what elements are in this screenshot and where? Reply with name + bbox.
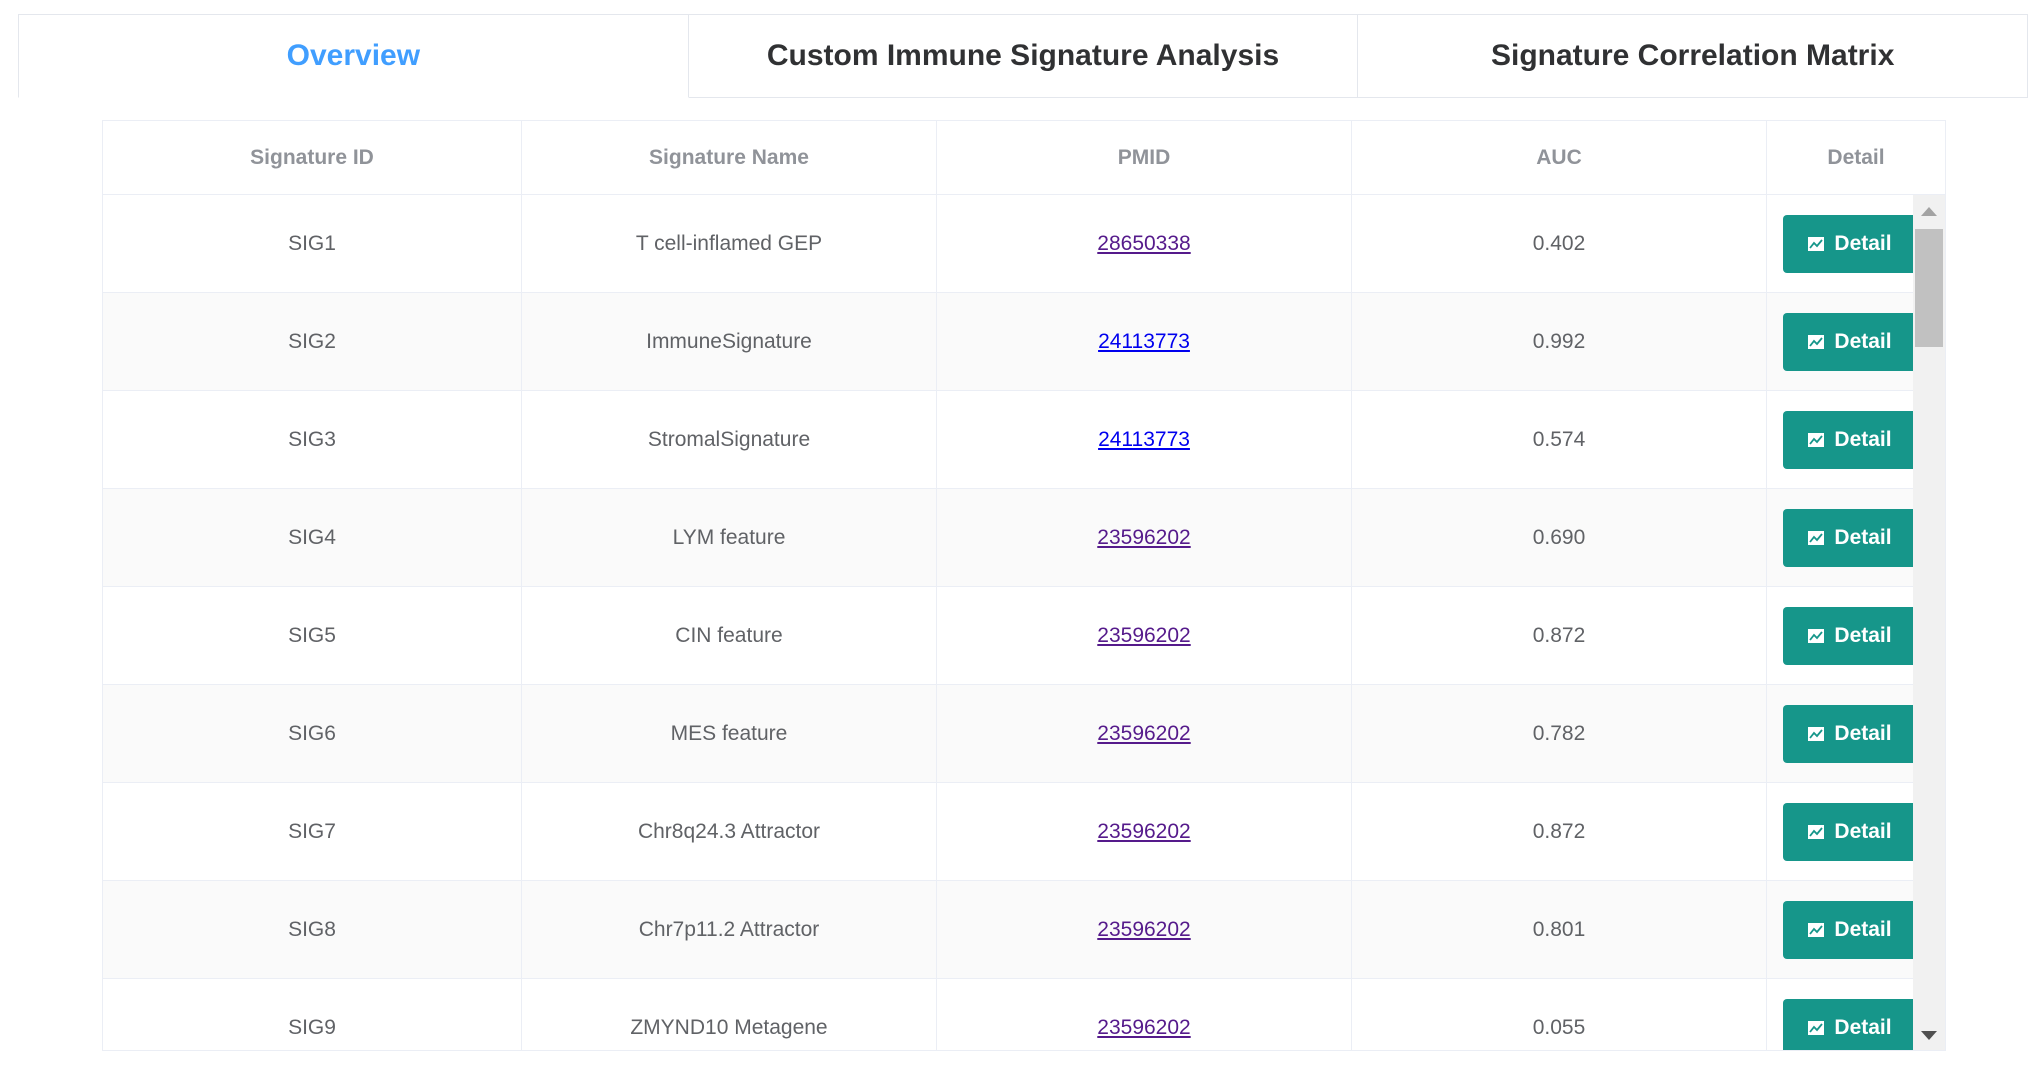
detail-button[interactable]: Detail <box>1783 802 1917 861</box>
detail-button[interactable]: Detail <box>1783 606 1917 665</box>
detail-button-label: Detail <box>1834 917 1892 941</box>
cell-signature-name: Chr7p11.2 Attractor <box>522 881 937 978</box>
pmid-link[interactable]: 28650338 <box>1097 232 1190 256</box>
detail-button-label: Detail <box>1834 427 1892 451</box>
detail-button[interactable]: Detail <box>1783 998 1917 1050</box>
header-auc[interactable]: AUC <box>1352 121 1767 194</box>
cell-auc: 0.872 <box>1352 783 1767 880</box>
cell-pmid: 23596202 <box>937 489 1352 586</box>
detail-button[interactable]: Detail <box>1783 508 1917 567</box>
table-row: SIG3 StromalSignature 24113773 0.574 Det… <box>103 391 1945 489</box>
pmid-link[interactable]: 24113773 <box>1098 330 1190 354</box>
line-chart-icon <box>1808 1020 1825 1035</box>
table-row: SIG6 MES feature 23596202 0.782 Detail <box>103 685 1945 783</box>
cell-auc: 0.872 <box>1352 587 1767 684</box>
cell-signature-name: ImmuneSignature <box>522 293 937 390</box>
detail-button[interactable]: Detail <box>1783 704 1917 763</box>
cell-signature-id: SIG1 <box>103 195 522 292</box>
cell-auc: 0.055 <box>1352 979 1767 1050</box>
header-pmid[interactable]: PMID <box>937 121 1352 194</box>
cell-signature-id: SIG2 <box>103 293 522 390</box>
cell-signature-name: CIN feature <box>522 587 937 684</box>
line-chart-icon <box>1808 922 1825 937</box>
cell-signature-id: SIG7 <box>103 783 522 880</box>
cell-signature-name: LYM feature <box>522 489 937 586</box>
detail-button-label: Detail <box>1834 623 1892 647</box>
detail-button-label: Detail <box>1834 231 1892 255</box>
scrollbar-thumb[interactable] <box>1915 229 1943 347</box>
detail-button-label: Detail <box>1834 1015 1892 1039</box>
cell-pmid: 23596202 <box>937 979 1352 1050</box>
detail-button-label: Detail <box>1834 525 1892 549</box>
cell-auc: 0.801 <box>1352 881 1767 978</box>
detail-button-label: Detail <box>1834 329 1892 353</box>
cell-pmid: 23596202 <box>937 881 1352 978</box>
caret-down-icon[interactable] <box>1921 1031 1937 1040</box>
pmid-link[interactable]: 23596202 <box>1097 624 1190 648</box>
cell-signature-name: ZMYND10 Metagene <box>522 979 937 1050</box>
cell-auc: 0.402 <box>1352 195 1767 292</box>
line-chart-icon <box>1808 432 1825 447</box>
detail-button[interactable]: Detail <box>1783 900 1917 959</box>
table-header: Signature ID Signature Name PMID AUC Det… <box>103 121 1945 195</box>
table-row: SIG5 CIN feature 23596202 0.872 Detail <box>103 587 1945 685</box>
line-chart-icon <box>1808 824 1825 839</box>
table-row: SIG9 ZMYND10 Metagene 23596202 0.055 Det… <box>103 979 1945 1050</box>
header-signature-name[interactable]: Signature Name <box>522 121 937 194</box>
line-chart-icon <box>1808 726 1825 741</box>
header-signature-id[interactable]: Signature ID <box>103 121 522 194</box>
cell-signature-id: SIG8 <box>103 881 522 978</box>
table-row: SIG8 Chr7p11.2 Attractor 23596202 0.801 … <box>103 881 1945 979</box>
table-row: SIG4 LYM feature 23596202 0.690 Detail <box>103 489 1945 587</box>
vertical-scrollbar[interactable] <box>1913 195 1945 1050</box>
cell-auc: 0.782 <box>1352 685 1767 782</box>
table-row: SIG2 ImmuneSignature 24113773 0.992 Deta… <box>103 293 1945 391</box>
cell-pmid: 28650338 <box>937 195 1352 292</box>
detail-button[interactable]: Detail <box>1783 214 1917 273</box>
cell-signature-id: SIG4 <box>103 489 522 586</box>
cell-signature-id: SIG5 <box>103 587 522 684</box>
pmid-link[interactable]: 23596202 <box>1097 1016 1190 1040</box>
cell-signature-id: SIG6 <box>103 685 522 782</box>
cell-auc: 0.690 <box>1352 489 1767 586</box>
pmid-link[interactable]: 23596202 <box>1097 526 1190 550</box>
line-chart-icon <box>1808 236 1825 251</box>
detail-button[interactable]: Detail <box>1783 410 1917 469</box>
pmid-link[interactable]: 23596202 <box>1097 820 1190 844</box>
cell-pmid: 23596202 <box>937 783 1352 880</box>
detail-button-label: Detail <box>1834 721 1892 745</box>
cell-auc: 0.992 <box>1352 293 1767 390</box>
cell-pmid: 23596202 <box>937 685 1352 782</box>
pmid-link[interactable]: 24113773 <box>1098 428 1190 452</box>
pmid-link[interactable]: 23596202 <box>1097 918 1190 942</box>
detail-button[interactable]: Detail <box>1783 312 1917 371</box>
cell-pmid: 24113773 <box>937 293 1352 390</box>
cell-auc: 0.574 <box>1352 391 1767 488</box>
cell-pmid: 23596202 <box>937 587 1352 684</box>
cell-signature-name: MES feature <box>522 685 937 782</box>
header-detail: Detail <box>1827 145 1885 169</box>
signature-table: Signature ID Signature Name PMID AUC Det… <box>102 120 1946 1051</box>
tab-signature-correlation-matrix[interactable]: Signature Correlation Matrix <box>1358 14 2029 98</box>
tab-custom-immune-signature-analysis[interactable]: Custom Immune Signature Analysis <box>688 14 1359 98</box>
line-chart-icon <box>1808 530 1825 545</box>
cell-signature-name: T cell-inflamed GEP <box>522 195 937 292</box>
tab-overview[interactable]: Overview <box>18 14 689 98</box>
pmid-link[interactable]: 23596202 <box>1097 722 1190 746</box>
cell-signature-id: SIG9 <box>103 979 522 1050</box>
table-body: SIG1 T cell-inflamed GEP 28650338 0.402 … <box>103 195 1945 1050</box>
cell-signature-id: SIG3 <box>103 391 522 488</box>
tab-bar: Overview Custom Immune Signature Analysi… <box>18 14 2029 98</box>
table-row: SIG1 T cell-inflamed GEP 28650338 0.402 … <box>103 195 1945 293</box>
line-chart-icon <box>1808 628 1825 643</box>
caret-up-icon[interactable] <box>1921 207 1937 216</box>
cell-signature-name: Chr8q24.3 Attractor <box>522 783 937 880</box>
line-chart-icon <box>1808 334 1825 349</box>
cell-signature-name: StromalSignature <box>522 391 937 488</box>
table-row: SIG7 Chr8q24.3 Attractor 23596202 0.872 … <box>103 783 1945 881</box>
detail-button-label: Detail <box>1834 819 1892 843</box>
cell-pmid: 24113773 <box>937 391 1352 488</box>
